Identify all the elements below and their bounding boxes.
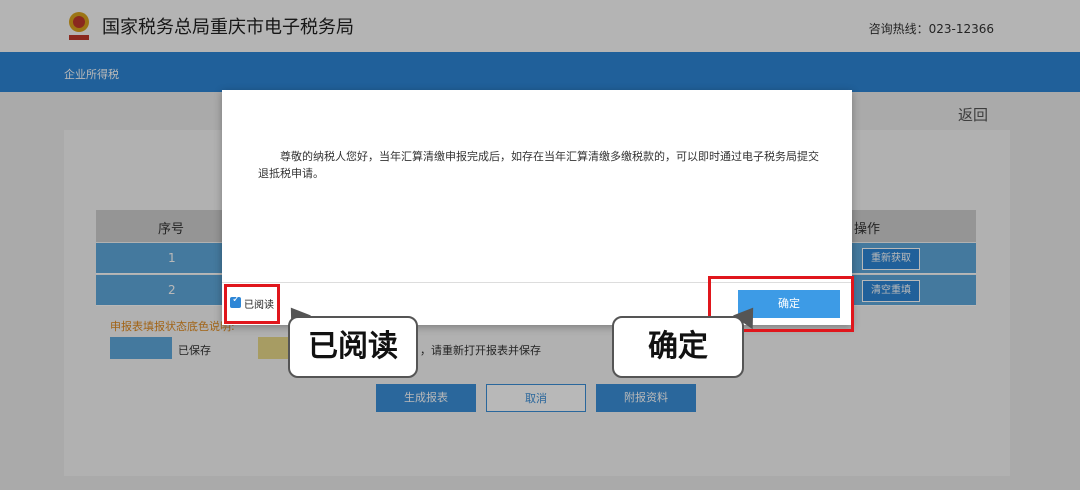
read-checkbox-highlight [224, 284, 280, 324]
confirm-callout: 确定 [612, 316, 744, 378]
read-callout: 已阅读 [288, 316, 418, 378]
dialog-message: 尊敬的纳税人您好，当年汇算清缴申报完成后，如存在当年汇算清缴多缴税款的，可以即时… [258, 150, 819, 180]
